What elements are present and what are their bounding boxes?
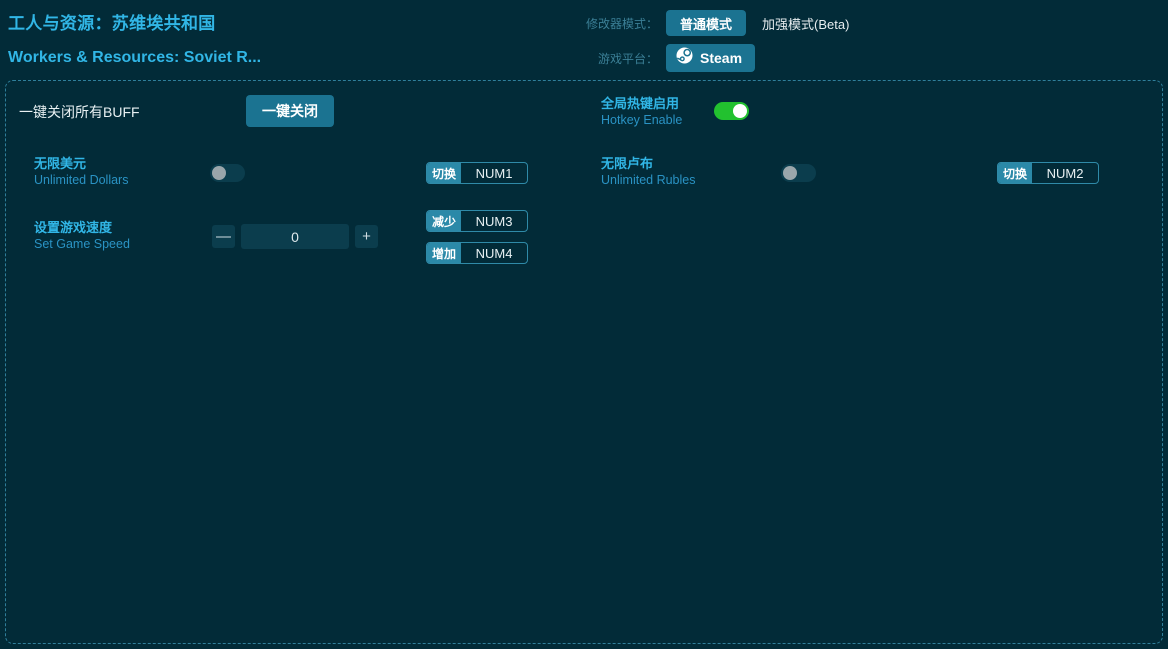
- header: 工人与资源：苏维埃共和国 Workers & Resources: Soviet…: [0, 0, 1168, 80]
- game-speed-value[interactable]: 0: [241, 224, 349, 249]
- hotkey-enable-toggle-wrap: [714, 102, 749, 120]
- unlimited-dollars-toggle-wrap: [210, 164, 245, 182]
- hotkey-key-label: NUM1: [461, 163, 527, 183]
- unlimited-rubles-label-cn: 无限卢布: [601, 155, 695, 172]
- hotkey-enable-label-wrap: 全局热键启用 Hotkey Enable: [601, 95, 682, 129]
- hotkey-action-label: 切换: [998, 163, 1032, 183]
- hotkey-enable-label-en: Hotkey Enable: [601, 112, 682, 129]
- toggle-knob: [212, 166, 226, 180]
- game-speed-increment-button[interactable]: +: [355, 225, 378, 248]
- hotkey-enable-toggle[interactable]: [714, 102, 749, 120]
- page-title-cn: 工人与资源：苏维埃共和国: [8, 12, 261, 36]
- game-speed-label-wrap: 设置游戏速度 Set Game Speed: [34, 219, 130, 253]
- hotkey-action-label: 切换: [427, 163, 461, 183]
- game-speed-decrement-hotkey[interactable]: 减少 NUM3: [426, 210, 528, 232]
- cheats-panel: 一键关闭所有BUFF 一键关闭 全局热键启用 Hotkey Enable 无限美…: [5, 80, 1163, 644]
- game-speed-stepper: — 0 +: [212, 224, 378, 249]
- unlimited-rubles-label-en: Unlimited Rubles: [601, 172, 695, 189]
- toggle-knob: [783, 166, 797, 180]
- steam-icon: [676, 47, 693, 69]
- unlimited-dollars-label-en: Unlimited Dollars: [34, 172, 128, 189]
- game-speed-stepper-wrap: — 0 +: [212, 224, 378, 249]
- game-title-block: 工人与资源：苏维埃共和国 Workers & Resources: Soviet…: [8, 12, 261, 70]
- unlimited-rubles-label-wrap: 无限卢布 Unlimited Rubles: [601, 155, 695, 189]
- unlimited-dollars-hotkey-wrap: 切换 NUM1: [426, 162, 528, 184]
- hotkey-enable-label-cn: 全局热键启用: [601, 95, 682, 112]
- toggle-knob: [733, 104, 747, 118]
- hotkey-action-label: 减少: [427, 211, 461, 231]
- close-all-buffs-label: 一键关闭所有BUFF: [19, 103, 140, 121]
- game-speed-label-cn: 设置游戏速度: [34, 219, 130, 236]
- page-title-en: Workers & Resources: Soviet R...: [8, 46, 261, 70]
- trainer-window: 工人与资源：苏维埃共和国 Workers & Resources: Soviet…: [0, 0, 1168, 649]
- trainer-mode-label: 修改器模式：: [580, 15, 666, 32]
- game-speed-decrement-button[interactable]: —: [212, 225, 235, 248]
- trainer-mode-row: 修改器模式： 普通模式 加强模式(Beta): [580, 10, 849, 36]
- close-all-buffs-button-wrap: 一键关闭: [246, 95, 334, 127]
- platform-steam-button[interactable]: Steam: [666, 44, 755, 72]
- game-speed-decrement-hotkey-wrap: 减少 NUM3: [426, 210, 528, 232]
- unlimited-dollars-hotkey[interactable]: 切换 NUM1: [426, 162, 528, 184]
- unlimited-dollars-label-cn: 无限美元: [34, 155, 128, 172]
- unlimited-rubles-hotkey[interactable]: 切换 NUM2: [997, 162, 1099, 184]
- platform-label: 游戏平台：: [580, 50, 666, 67]
- platform-row: 游戏平台： Steam: [580, 45, 849, 71]
- mode-normal-button[interactable]: 普通模式: [666, 10, 746, 36]
- unlimited-dollars-toggle[interactable]: [210, 164, 245, 182]
- mode-and-platform-block: 修改器模式： 普通模式 加强模式(Beta) 游戏平台：: [580, 10, 849, 71]
- close-all-buffs-button[interactable]: 一键关闭: [246, 95, 334, 127]
- unlimited-dollars-label-wrap: 无限美元 Unlimited Dollars: [34, 155, 128, 189]
- hotkey-key-label: NUM2: [1032, 163, 1098, 183]
- game-speed-increment-hotkey-wrap: 增加 NUM4: [426, 242, 528, 264]
- unlimited-rubles-toggle-wrap: [781, 164, 816, 182]
- hotkey-key-label: NUM3: [461, 211, 527, 231]
- hotkey-key-label: NUM4: [461, 243, 527, 263]
- platform-steam-label: Steam: [700, 50, 742, 66]
- game-speed-increment-hotkey[interactable]: 增加 NUM4: [426, 242, 528, 264]
- close-all-buffs-label-wrap: 一键关闭所有BUFF: [19, 103, 140, 121]
- hotkey-action-label: 增加: [427, 243, 461, 263]
- unlimited-rubles-toggle[interactable]: [781, 164, 816, 182]
- mode-enhanced-button[interactable]: 加强模式(Beta): [762, 14, 849, 33]
- unlimited-rubles-hotkey-wrap: 切换 NUM2: [997, 162, 1099, 184]
- game-speed-label-en: Set Game Speed: [34, 236, 130, 253]
